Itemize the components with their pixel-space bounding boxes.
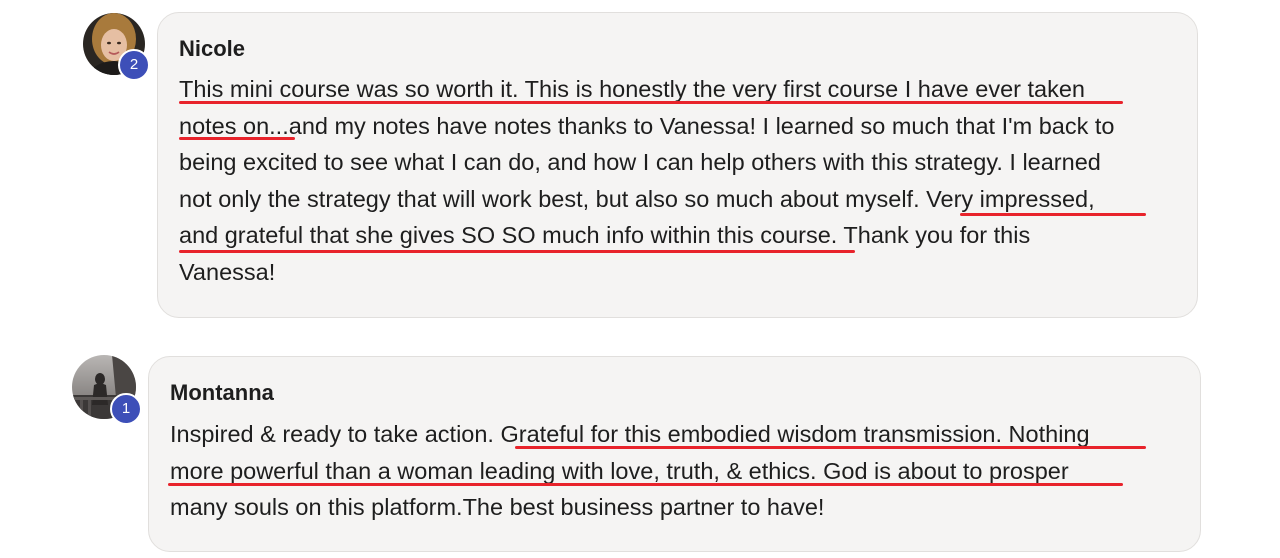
highlight-underline (179, 101, 1123, 104)
comment-text-line: being excited to see what I can do, and … (179, 149, 1101, 176)
comment-author[interactable]: Nicole (179, 36, 245, 62)
comment-text-line: many souls on this platform.The best bus… (170, 494, 825, 521)
comment-author[interactable]: Montanna (170, 380, 274, 406)
comment-text-line: Vanessa! (179, 258, 276, 285)
comment-count-badge[interactable]: 1 (110, 393, 142, 425)
comment-text-line: and grateful that she gives SO SO much i… (179, 222, 1031, 249)
comment-count-badge[interactable]: 2 (118, 49, 150, 81)
comment-body: Inspired & ready to take action. Gratefu… (170, 416, 1090, 526)
highlight-underline (515, 446, 1146, 449)
highlight-underline (179, 250, 855, 253)
comment-text-line: not only the strategy that will work bes… (179, 185, 1095, 212)
comment-text-line: notes on...and my notes have notes thank… (179, 112, 1115, 139)
highlight-underline (179, 137, 295, 140)
highlight-underline (960, 213, 1146, 216)
highlight-underline (168, 483, 1123, 486)
